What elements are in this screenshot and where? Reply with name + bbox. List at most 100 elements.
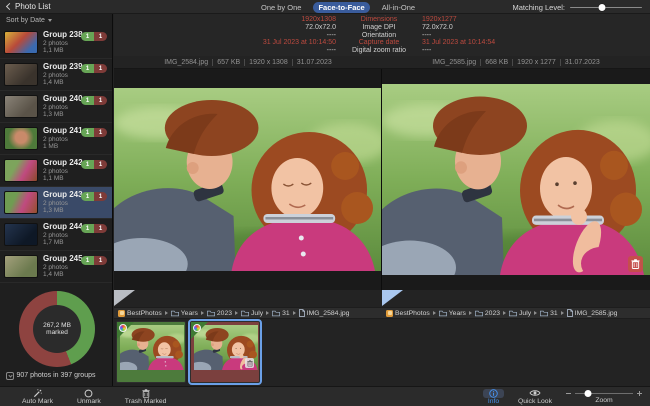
quick-look-button[interactable]: Quick Look (518, 387, 552, 406)
auto-mark-button[interactable]: Auto Mark (22, 387, 53, 406)
crumb-folder[interactable]: Years (439, 310, 466, 317)
zoom-control: Zoom (566, 387, 642, 406)
thumbnail-tile-kept[interactable] (116, 321, 186, 383)
left-photo (114, 88, 381, 271)
right-file-header: IMG_2585.jpg 668 KB 1920 x 1277 31.07.20… (382, 56, 650, 68)
group-photo-count: 2 photos (43, 72, 83, 79)
slider-thumb[interactable] (599, 4, 606, 11)
folder-icon (475, 310, 483, 317)
zoom-label: Zoom (595, 398, 612, 405)
marked-count-badge: 1 (94, 96, 107, 105)
group-badges: 1 1 (81, 160, 107, 169)
left-corner-marker (114, 290, 135, 306)
trash-icon (142, 389, 150, 398)
group-size: 1,3 MB (43, 207, 83, 214)
crumb-folder[interactable]: 2023 (207, 310, 232, 317)
marked-count-badge: 1 (94, 64, 107, 73)
group-photo-count: 2 photos (43, 200, 83, 207)
crumb-library[interactable]: BestPhotos (118, 310, 162, 317)
slider-thumb[interactable] (584, 390, 591, 397)
crumb-folder[interactable]: 2023 (475, 310, 500, 317)
photos-groups-summary: 907 photos in 397 groups (0, 372, 112, 379)
group-row-241[interactable]: Group 241 2 photos 1 MB 1 1 (0, 123, 112, 155)
file-size: 657 KB (212, 59, 244, 66)
file-name: IMG_2585.jpg (428, 59, 480, 66)
breadcrumb-separator-icon (165, 311, 168, 315)
group-name: Group 245 (43, 254, 83, 263)
marked-size-caption: marked (46, 329, 68, 336)
group-thumbnail-strip (114, 319, 650, 386)
right-value: 31 Jul 2023 at 10:14:54 (422, 39, 650, 47)
keep-count-badge: 1 (81, 32, 94, 41)
crumb-folder[interactable]: July (241, 310, 263, 317)
matching-level-slider[interactable] (570, 3, 642, 11)
zoom-in-icon[interactable] (637, 391, 642, 396)
crumb-library[interactable]: BestPhotos (386, 310, 430, 317)
group-name: Group 243 (43, 190, 83, 199)
folder-icon (540, 310, 548, 317)
thumbnail-tile-marked-selected[interactable] (190, 321, 260, 383)
crumb-folder[interactable]: July (509, 310, 531, 317)
field-label: Dimensions (336, 16, 422, 24)
file-name: IMG_2584.jpg (160, 59, 212, 66)
keep-count-badge: 1 (81, 96, 94, 105)
collapse-chart-icon[interactable] (6, 372, 14, 380)
right-value: 1920x1277 (422, 16, 650, 24)
sort-by-label: Sort by Date (6, 17, 45, 24)
right-value: 72.0x72.0 (422, 24, 650, 32)
comparison-area: 1920x1308 Dimensions 1920x1277 72.0x72.0… (114, 14, 650, 386)
zoom-out-icon[interactable] (566, 393, 571, 394)
group-thumbnail (4, 255, 38, 278)
photos-colorwheel-icon (119, 324, 127, 332)
trash-overlay-button[interactable] (628, 256, 643, 272)
group-badges: 1 1 (81, 96, 107, 105)
metadata-row-capture-date: 31 Jul 2023 at 10:14:50 Capture date 31 … (114, 39, 650, 47)
info-button-active[interactable]: Info (483, 387, 504, 406)
slider-track (570, 7, 642, 9)
folder-icon (207, 310, 215, 317)
group-row-240[interactable]: Group 240 2 photos 1,3 MB 1 1 (0, 91, 112, 123)
crumb-folder[interactable]: Years (171, 310, 198, 317)
crumb-file[interactable]: IMG_2585.jpg (567, 309, 618, 317)
breadcrumb-separator-icon (469, 311, 472, 315)
group-badges: 1 1 (81, 64, 107, 73)
folder-icon (439, 310, 447, 317)
tab-one-by-one[interactable]: One by One (256, 2, 306, 13)
group-size: 1,1 MB (43, 47, 83, 54)
tab-face-to-face[interactable]: Face-to-Face (313, 2, 369, 13)
breadcrumb-separator-icon (293, 311, 296, 315)
group-row-245[interactable]: Group 245 2 photos 1,4 MB 1 1 (0, 251, 112, 283)
crumb-folder[interactable]: 31 (540, 310, 558, 317)
group-row-244[interactable]: Group 244 2 photos 1,7 MB 1 1 (0, 219, 112, 251)
unmark-button[interactable]: Unmark (77, 387, 101, 406)
selection-markers-row (114, 290, 650, 307)
sort-by-dropdown[interactable]: Sort by Date (0, 14, 112, 27)
group-badges: 1 1 (81, 192, 107, 201)
marked-count-badge: 1 (94, 128, 107, 137)
left-value: ---- (114, 32, 336, 40)
chevron-left-icon (6, 3, 13, 10)
crumb-folder[interactable]: 31 (272, 310, 290, 317)
tab-all-in-one[interactable]: All-in-One (377, 2, 420, 13)
group-row-239[interactable]: Group 239 2 photos 1,4 MB 1 1 (0, 59, 112, 91)
info-icon (489, 389, 498, 398)
group-row-242[interactable]: Group 242 2 photos 1,1 MB 1 1 (0, 155, 112, 187)
marked-summary-panel: 267,2 MB marked 907 photos in 397 groups (0, 283, 112, 386)
file-headers-row: IMG_2584.jpg 657 KB 1920 x 1308 31.07.20… (114, 56, 650, 69)
group-row-238[interactable]: Group 238 2 photos 1,1 MB 1 1 (0, 27, 112, 59)
right-value: ---- (422, 47, 650, 55)
trash-marked-button[interactable]: Trash Marked (125, 387, 167, 406)
field-label: Capture date (336, 39, 422, 47)
group-thumbnail (4, 191, 38, 214)
left-value: 1920x1308 (114, 16, 336, 24)
right-photo-panel[interactable] (382, 69, 650, 290)
group-row-243-selected[interactable]: Group 243 2 photos 1,3 MB 1 1 (0, 187, 112, 219)
group-size: 1 MB (43, 143, 83, 150)
left-photo-panel[interactable] (114, 69, 382, 290)
zoom-slider[interactable] (575, 390, 633, 397)
back-to-photo-list-button[interactable]: Photo List (7, 2, 51, 11)
group-thumbnail (4, 63, 38, 86)
group-badges: 1 1 (81, 224, 107, 233)
marked-donut-chart: 267,2 MB marked (19, 291, 95, 367)
crumb-file[interactable]: IMG_2584.jpg (299, 309, 350, 317)
